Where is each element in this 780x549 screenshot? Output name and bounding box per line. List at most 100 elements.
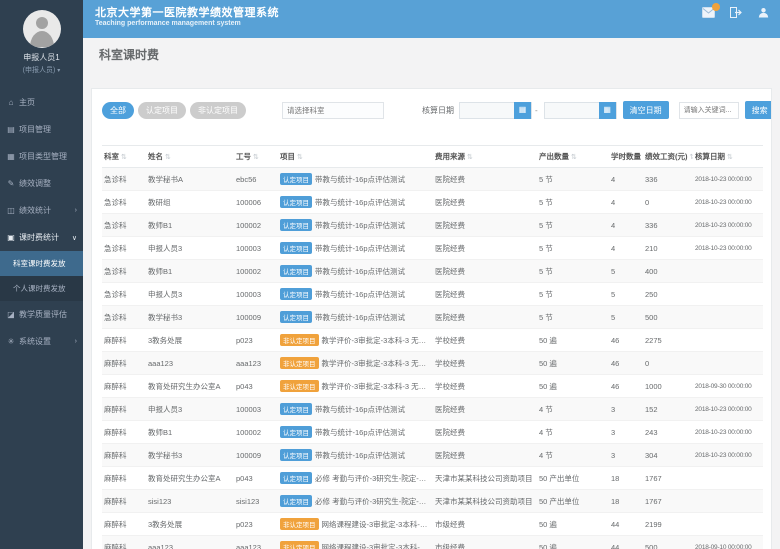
sidebar-item[interactable]: ◫绩效统计›: [0, 197, 83, 224]
cell-accounting-date: [693, 490, 763, 513]
search-input[interactable]: [679, 102, 739, 119]
sidebar-item[interactable]: ◪教学质量评估: [0, 301, 83, 328]
user-role[interactable]: (申报人员) ▾: [0, 65, 83, 75]
filter-all-button[interactable]: 全部: [102, 102, 134, 119]
project-name: 网络课程建设-3审批定-3本科-3学员: [322, 520, 434, 529]
cell-performance-wage: 0: [643, 191, 693, 214]
cell-employee-id: 100003: [234, 398, 278, 421]
cell-department: 麻醉科: [102, 536, 146, 549]
sort-icon: ⇅: [727, 154, 733, 161]
cell-output-quantity: 50 产出单位: [537, 467, 609, 490]
cell-name: 申报人员3: [146, 398, 234, 421]
cell-hours: 4: [609, 191, 643, 214]
sidebar-item-label: 系统设置: [19, 336, 51, 347]
cell-fee-source: 医院经费: [433, 168, 537, 191]
column-header[interactable]: 核算日期⇅: [693, 146, 763, 168]
cell-output-quantity: 50 遍: [537, 536, 609, 549]
project-type-badge: 非认定项目: [280, 334, 319, 346]
cell-project: 认定项目带教与统计-16p点评估测试: [278, 283, 433, 306]
column-header[interactable]: 项目⇅: [278, 146, 433, 168]
cell-output-quantity: 5 节: [537, 260, 609, 283]
calendar-icon[interactable]: ▦: [514, 102, 531, 119]
column-header[interactable]: 费用来源⇅: [433, 146, 537, 168]
column-header[interactable]: 产出数量⇅: [537, 146, 609, 168]
top-header: 北京大学第一医院教学绩效管理系统 Teaching performance ma…: [83, 0, 780, 38]
column-header[interactable]: 姓名⇅: [146, 146, 234, 168]
cell-name: 教研组: [146, 191, 234, 214]
calendar-icon[interactable]: ▦: [599, 102, 616, 119]
table-row: 麻醉科申报人员3100003认定项目带教与统计-16p点评估测试医院经费4 节3…: [102, 398, 763, 421]
cell-name: sisi123: [146, 490, 234, 513]
table-row: 麻醉科aaa123aaa123非认定项目网络课程建设-3审批定-3本科-3学员市…: [102, 536, 763, 549]
cell-performance-wage: 336: [643, 214, 693, 237]
project-type-badge: 认定项目: [280, 426, 312, 438]
cell-department: 急诊科: [102, 214, 146, 237]
cell-employee-id: 100003: [234, 283, 278, 306]
sidebar-item[interactable]: ▣课时费统计∨: [0, 224, 83, 251]
user-panel[interactable]: 申报人员1 (申报人员) ▾: [0, 0, 83, 75]
cell-hours: 3: [609, 444, 643, 467]
table-row: 麻醉科3教务处展p023非认定项目网络课程建设-3审批定-3本科-3学员市级经费…: [102, 513, 763, 536]
cell-fee-source: 天津市某某科技公司资助项目: [433, 490, 537, 513]
sidebar-item-label: 个人课时费发放: [13, 283, 66, 294]
sidebar-item-label: 科室课时费发放: [13, 258, 66, 269]
cell-accounting-date: 2018-10-23 00:00:00: [693, 398, 763, 421]
sidebar-item[interactable]: ▤项目管理: [0, 116, 83, 143]
project-type-badge: 认定项目: [280, 173, 312, 185]
sidebar-item-label: 项目管理: [19, 124, 51, 135]
project-type-badge: 认定项目: [280, 495, 312, 507]
sidebar-item[interactable]: ✳系统设置›: [0, 328, 83, 355]
cell-hours: 3: [609, 421, 643, 444]
cell-performance-wage: 500: [643, 536, 693, 549]
sidebar-item[interactable]: ⌂主页: [0, 89, 83, 116]
cell-name: aaa123: [146, 536, 234, 549]
date-from-input[interactable]: [460, 103, 514, 118]
cell-fee-source: 医院经费: [433, 398, 537, 421]
column-header[interactable]: 科室⇅: [102, 146, 146, 168]
date-to-input[interactable]: [545, 103, 599, 118]
sort-icon: ⇅: [571, 154, 577, 161]
column-header[interactable]: 绩效工资(元)⇅: [643, 146, 693, 168]
project-name: 教学评价-3审批定-3本科-3 无接收人: [322, 359, 434, 368]
column-header-label: 姓名: [148, 152, 163, 161]
cell-fee-source: 学校经费: [433, 375, 537, 398]
message-icon[interactable]: [702, 7, 716, 19]
cell-output-quantity: 50 遍: [537, 513, 609, 536]
cell-accounting-date: [693, 329, 763, 352]
filter-recognized-button[interactable]: 认定项目: [138, 102, 186, 119]
cell-hours: 4: [609, 168, 643, 191]
sidebar-item-label: 绩效统计: [19, 205, 51, 216]
department-select-input[interactable]: [282, 102, 384, 119]
project-icon: ▤: [6, 125, 16, 134]
user-icon[interactable]: [758, 7, 772, 19]
cell-employee-id: ebc56: [234, 168, 278, 191]
date-to-field: ▦: [544, 102, 617, 119]
search-button[interactable]: 搜索: [745, 101, 772, 119]
project-type-badge: 认定项目: [280, 403, 312, 415]
cell-project: 认定项目带教与统计-16p点评估测试: [278, 398, 433, 421]
cell-project: 认定项目必修 考勤与评价-3研究生-院定-教师: [278, 490, 433, 513]
adjust-icon: ✎: [6, 179, 16, 188]
sidebar-item[interactable]: 个人课时费发放: [0, 276, 83, 301]
filter-unrecognized-button[interactable]: 非认定项目: [190, 102, 246, 119]
column-header-label: 核算日期: [695, 152, 725, 161]
sidebar-item[interactable]: ▦项目类型管理: [0, 143, 83, 170]
cell-performance-wage: 2199: [643, 513, 693, 536]
project-name: 带教与统计-16p点评估测试: [315, 405, 405, 414]
cell-employee-id: 100003: [234, 237, 278, 260]
sidebar-item[interactable]: 科室课时费发放: [0, 251, 83, 276]
cell-employee-id: 100002: [234, 421, 278, 444]
clear-date-button[interactable]: 清空日期: [623, 101, 669, 119]
column-header[interactable]: 工号⇅: [234, 146, 278, 168]
sidebar-item[interactable]: ✎绩效调整: [0, 170, 83, 197]
cell-hours: 18: [609, 467, 643, 490]
cell-department: 急诊科: [102, 168, 146, 191]
logout-icon[interactable]: [730, 7, 744, 19]
column-header[interactable]: 学时数量⇅: [609, 146, 643, 168]
table-row: 麻醉科教育处研究生办公室Ap043非认定项目教学评价-3审批定-3本科-3 无接…: [102, 375, 763, 398]
cell-department: 麻醉科: [102, 467, 146, 490]
cell-project: 认定项目带教与统计-16p点评估测试: [278, 191, 433, 214]
cell-department: 麻醉科: [102, 398, 146, 421]
cell-fee-source: 医院经费: [433, 306, 537, 329]
project-name: 教学评价-3审批定-3本科-3 无接收人: [322, 336, 434, 345]
